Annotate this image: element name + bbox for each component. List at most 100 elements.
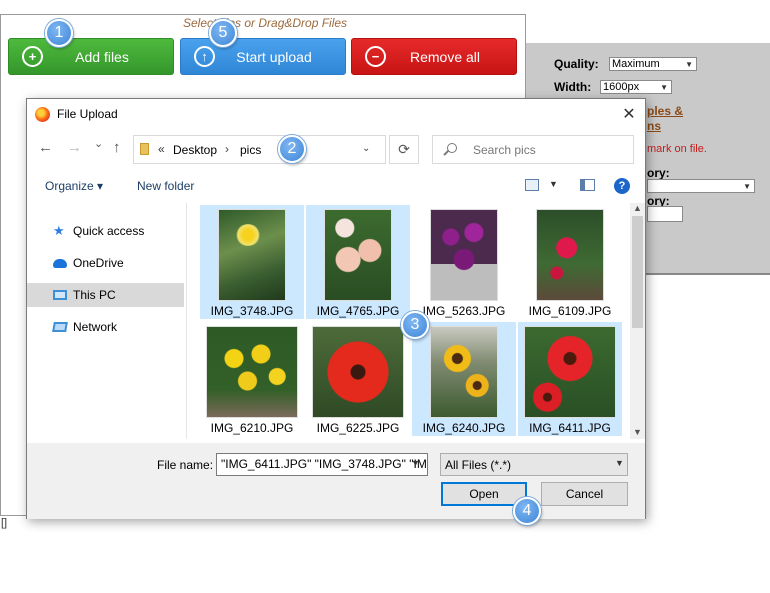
file-tile[interactable]: IMG_6240.JPG: [412, 322, 516, 436]
file-upload-dialog: File Upload ✕ ← → ⌄ ↑ « Desktop › pics ⌄…: [26, 98, 646, 519]
category-select[interactable]: ▼: [647, 179, 755, 193]
nav-label: OneDrive: [73, 256, 124, 270]
computer-icon: [53, 290, 67, 300]
back-arrow-icon[interactable]: ←: [38, 139, 53, 156]
scroll-thumb[interactable]: [632, 216, 643, 328]
info-link-line2[interactable]: ns: [647, 119, 661, 133]
refresh-button[interactable]: ⟳: [389, 135, 419, 164]
nav-item-network[interactable]: Network: [27, 315, 184, 339]
quality-select[interactable]: Maximum ▼: [609, 57, 697, 71]
preview-pane-icon[interactable]: [580, 179, 595, 191]
add-files-label: Add files: [75, 48, 129, 65]
navigation-pane: ★ Quick access OneDrive This PC Network: [27, 203, 187, 439]
breadcrumb-pics[interactable]: pics: [240, 143, 261, 157]
firefox-icon: [35, 107, 50, 122]
category2-input[interactable]: [647, 206, 683, 222]
minus-icon: −: [365, 46, 386, 67]
quality-value: Maximum: [612, 58, 660, 70]
photo-thumbnail: [312, 326, 404, 418]
nav-item-this-pc[interactable]: This PC: [27, 283, 184, 307]
view-options-icon[interactable]: [525, 179, 539, 191]
overflow-chevron[interactable]: «: [158, 142, 165, 156]
network-icon: [52, 322, 68, 332]
photo-thumbnail: [536, 209, 604, 301]
file-type-select[interactable]: All Files (*.*): [440, 453, 628, 476]
chevron-down-icon[interactable]: ▼: [549, 179, 558, 189]
width-select[interactable]: 1600px ▼: [600, 80, 672, 94]
file-name: IMG_6225.JPG: [316, 421, 400, 435]
open-button[interactable]: Open: [441, 482, 527, 506]
width-value: 1600px: [603, 81, 640, 93]
step-badge-5: 5: [209, 19, 237, 47]
file-name-input[interactable]: "IMG_6411.JPG" "IMG_3748.JPG" "IMG: [216, 453, 428, 476]
nav-label: Quick access: [73, 224, 145, 238]
nav-label: This PC: [73, 288, 116, 302]
scroll-down-icon[interactable]: ▼: [630, 427, 645, 437]
folder-icon: [140, 143, 149, 155]
address-bar[interactable]: « Desktop › pics ⌄: [133, 135, 386, 164]
step-badge-1: 1: [45, 19, 73, 47]
close-icon[interactable]: ✕: [619, 104, 639, 124]
photo-thumbnail: [206, 326, 298, 418]
recent-locations-icon[interactable]: ⌄: [94, 137, 103, 150]
file-tile[interactable]: IMG_4765.JPG: [306, 205, 410, 319]
scroll-up-icon[interactable]: ▲: [630, 203, 645, 213]
new-folder-button[interactable]: New folder: [137, 179, 194, 193]
file-name: IMG_4765.JPG: [316, 304, 400, 318]
star-icon: ★: [53, 223, 65, 238]
photo-thumbnail: [430, 209, 498, 301]
width-label: Width:: [554, 80, 592, 94]
file-tile[interactable]: IMG_3748.JPG: [200, 205, 304, 319]
help-icon[interactable]: ?: [614, 178, 630, 194]
file-tile[interactable]: IMG_5263.JPG: [412, 205, 516, 319]
photo-thumbnail: [524, 326, 616, 418]
cloud-icon: [53, 258, 67, 268]
organize-menu[interactable]: Organize ▾: [45, 179, 103, 193]
dialog-titlebar[interactable]: File Upload ✕: [27, 99, 645, 130]
step-badge-4: 4: [513, 497, 541, 525]
file-tile[interactable]: IMG_6210.JPG: [200, 322, 304, 436]
file-tile[interactable]: IMG_6109.JPG: [518, 205, 622, 319]
remove-all-label: Remove all: [409, 48, 481, 65]
chevron-down-icon[interactable]: ⌄: [362, 143, 370, 154]
file-name: IMG_3748.JPG: [210, 304, 294, 318]
drop-hint: Select files or Drag&Drop Files: [183, 16, 348, 30]
step-badge-3: 3: [401, 311, 429, 339]
start-upload-button[interactable]: ↑ Start upload: [180, 38, 346, 75]
photo-thumbnail: [430, 326, 498, 418]
search-placeholder: Search pics: [473, 143, 536, 157]
file-tile[interactable]: IMG_6225.JPG: [306, 322, 410, 436]
nav-label: Network: [73, 320, 118, 334]
stray-bracket: []: [1, 517, 8, 529]
chevron-down-icon: ▼: [660, 83, 668, 92]
quality-label: Quality:: [554, 57, 599, 71]
chevron-down-icon: ▼: [615, 458, 624, 468]
pane-divider: [186, 203, 187, 439]
file-tile[interactable]: IMG_6411.JPG: [518, 322, 622, 436]
add-files-button[interactable]: + Add files: [8, 38, 174, 75]
remove-all-button[interactable]: − Remove all: [351, 38, 517, 75]
search-box[interactable]: Search pics: [432, 135, 634, 164]
breadcrumb-desktop[interactable]: Desktop: [173, 143, 217, 157]
cancel-button[interactable]: Cancel: [541, 482, 628, 506]
plus-icon: +: [22, 46, 43, 67]
refresh-icon: ⟳: [398, 141, 410, 157]
nav-item-quick-access[interactable]: ★ Quick access: [27, 219, 184, 243]
dialog-title: File Upload: [57, 107, 118, 121]
chevron-down-icon[interactable]: ▼: [411, 458, 420, 468]
upload-arrow-icon: ↑: [194, 46, 215, 67]
search-icon: [447, 143, 457, 153]
file-name: IMG_6240.JPG: [422, 421, 506, 435]
up-arrow-icon[interactable]: ↑: [113, 139, 121, 156]
breadcrumb-separator: ›: [225, 142, 229, 156]
chevron-down-icon: ▼: [743, 182, 751, 191]
file-name-label: File name:: [157, 458, 214, 472]
photo-thumbnail: [218, 209, 286, 301]
info-link-line1[interactable]: ples &: [647, 104, 683, 118]
nav-item-onedrive[interactable]: OneDrive: [27, 251, 184, 275]
file-name: IMG_6109.JPG: [528, 304, 612, 318]
step-badge-2: 2: [278, 135, 306, 163]
forward-arrow-icon[interactable]: →: [67, 139, 82, 156]
vertical-scrollbar[interactable]: ▲ ▼: [630, 203, 645, 439]
chevron-down-icon: ▼: [685, 60, 693, 69]
